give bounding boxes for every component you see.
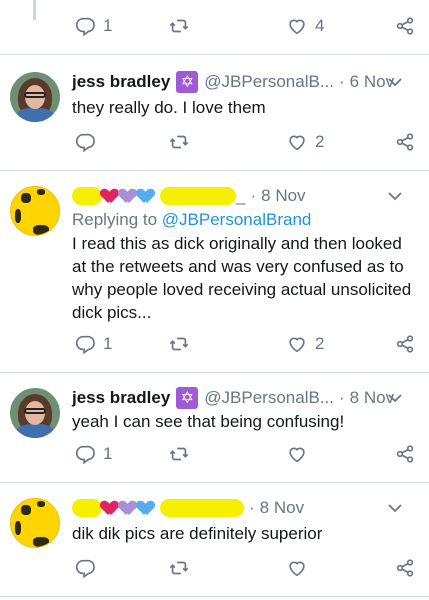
avatar[interactable] <box>10 186 60 236</box>
share-icon <box>396 559 414 577</box>
tweet-header: _ · 8 Nov <box>72 184 417 208</box>
tweet-text: dik dik pics are definitely superior <box>72 524 323 543</box>
reply-count: 1 <box>103 444 113 463</box>
reply-button[interactable]: 1 <box>74 12 112 40</box>
avatar[interactable] <box>10 72 60 122</box>
reply-button[interactable] <box>74 554 103 582</box>
divider <box>0 482 429 483</box>
reply-count: 1 <box>103 334 113 353</box>
retweet-button[interactable] <box>168 128 190 156</box>
red-heart-icon <box>102 189 117 203</box>
retweet-icon <box>169 337 189 351</box>
purple-heart-icon <box>120 189 135 203</box>
retweet-icon <box>169 447 189 461</box>
tweet-actions: 1 2 <box>66 330 416 360</box>
tweet-header: · 8 Nov <box>72 496 417 520</box>
replying-to-line: Replying to @JBPersonalBrand <box>72 208 415 231</box>
tweet-text: they really do. I love them <box>72 98 266 117</box>
like-count: 2 <box>315 334 325 353</box>
reply-button[interactable]: 1 <box>74 330 112 358</box>
divider <box>0 372 429 373</box>
separator-dot: · <box>249 498 255 517</box>
tweet-header: jess bradley ✡ @JBPersonalB... · 6 Nov <box>72 70 417 94</box>
previous-tweet-actions: 1 4 <box>66 12 416 42</box>
reply-icon <box>75 133 95 153</box>
star-of-david-badge: ✡ <box>176 71 199 93</box>
retweet-button[interactable] <box>168 440 190 468</box>
retweet-button[interactable] <box>168 330 190 358</box>
tweet-text: I read this as dick originally and then … <box>72 234 412 322</box>
like-button[interactable]: 2 <box>286 128 324 156</box>
timestamp[interactable]: 8 Nov <box>260 498 304 518</box>
share-icon <box>396 445 414 463</box>
retweet-icon <box>169 135 189 149</box>
redacted-name <box>72 187 102 205</box>
reply-icon <box>75 559 95 579</box>
avatar[interactable] <box>10 498 60 548</box>
handle[interactable]: @JBPersonalB... <box>204 388 334 408</box>
reply-icon <box>75 335 95 355</box>
share-icon <box>396 17 414 35</box>
like-button[interactable]: 2 <box>286 330 324 358</box>
tweet-actions <box>66 554 416 584</box>
separator-dot: · <box>250 186 257 205</box>
like-icon <box>289 135 305 151</box>
handle[interactable]: @JBPersonalB... <box>204 72 334 92</box>
retweet-icon <box>169 19 189 33</box>
retweet-button[interactable] <box>168 12 190 40</box>
thread-line <box>33 0 36 20</box>
timestamp[interactable]: 8 Nov <box>261 186 305 206</box>
retweet-button[interactable] <box>168 554 190 582</box>
redacted-name <box>72 499 102 517</box>
share-button[interactable] <box>394 554 416 582</box>
share-icon <box>396 133 414 151</box>
reply-button[interactable]: 1 <box>74 440 112 468</box>
star-of-david-badge: ✡ <box>176 387 199 409</box>
reply-button[interactable] <box>74 128 103 156</box>
like-icon <box>289 447 305 463</box>
chevron-down-icon[interactable] <box>387 500 403 516</box>
reply-icon <box>75 445 95 465</box>
chevron-down-icon[interactable] <box>387 390 403 406</box>
tweet-text: yeah I can see that being confusing! <box>72 412 345 431</box>
chevron-down-icon[interactable] <box>387 188 403 204</box>
like-button[interactable] <box>286 440 315 468</box>
redacted-handle <box>160 499 244 517</box>
handle-suffix: _ <box>236 186 246 205</box>
like-count: 2 <box>315 132 325 151</box>
share-icon <box>396 335 414 353</box>
display-name[interactable]: jess bradley <box>72 72 170 92</box>
redacted-handle <box>160 187 236 205</box>
tweet-header: jess bradley ✡ @JBPersonalB... · 8 Nov <box>72 386 417 410</box>
tweet-actions: 2 <box>66 128 416 158</box>
share-button[interactable] <box>394 440 416 468</box>
avatar[interactable] <box>10 388 60 438</box>
like-icon <box>289 19 305 35</box>
like-count: 4 <box>315 16 325 35</box>
divider <box>0 54 429 55</box>
divider <box>0 170 429 171</box>
like-icon <box>289 337 305 353</box>
chevron-down-icon[interactable] <box>387 74 403 90</box>
blue-heart-icon <box>138 189 153 203</box>
red-heart-icon <box>102 501 117 515</box>
tweet-actions: 1 <box>66 440 416 470</box>
reply-icon <box>75 17 95 37</box>
like-icon <box>289 561 305 577</box>
like-button[interactable]: 4 <box>286 12 324 40</box>
separator-dot: · <box>338 72 345 91</box>
separator-dot: · <box>338 388 345 407</box>
retweet-icon <box>169 561 189 575</box>
divider <box>0 596 429 597</box>
replying-label: Replying to <box>72 210 158 229</box>
blue-heart-icon <box>138 501 153 515</box>
share-button[interactable] <box>394 128 416 156</box>
share-button[interactable] <box>394 12 416 40</box>
like-button[interactable] <box>286 554 315 582</box>
purple-heart-icon <box>120 501 135 515</box>
reply-count: 1 <box>103 16 113 35</box>
share-button[interactable] <box>394 330 416 358</box>
display-name[interactable]: jess bradley <box>72 388 170 408</box>
replying-mention-link[interactable]: @JBPersonalBrand <box>162 210 312 229</box>
